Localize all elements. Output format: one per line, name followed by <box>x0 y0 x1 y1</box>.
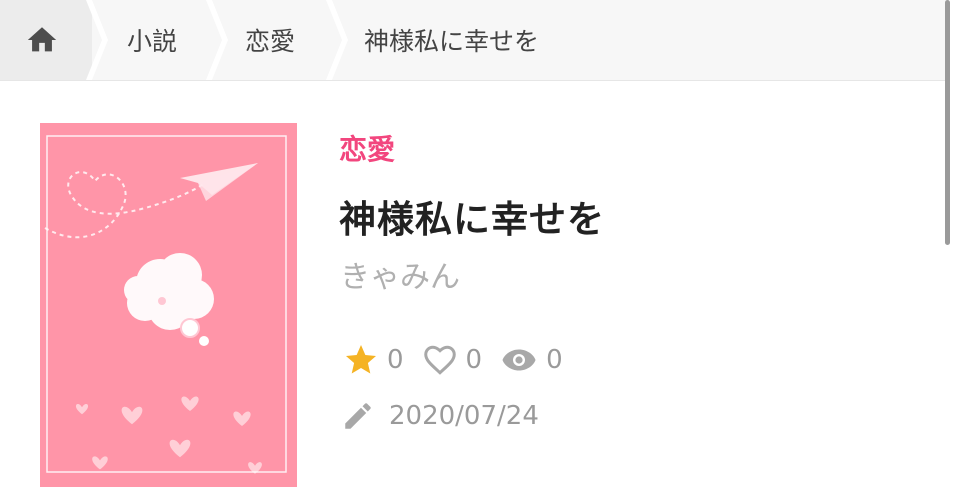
breadcrumb-separator <box>86 0 108 80</box>
home-icon <box>27 27 57 52</box>
star-icon <box>346 345 376 374</box>
likes-stat: 0 <box>422 342 483 378</box>
breadcrumb-item-novel[interactable]: 小説 <box>127 0 177 80</box>
views-stat: 0 <box>500 342 563 378</box>
breadcrumb-item-current: 神様私に幸せを <box>364 27 540 56</box>
breadcrumb: 小説 恋愛 神様私に幸せを <box>0 0 946 81</box>
pencil-icon <box>345 403 371 429</box>
breadcrumb-home[interactable] <box>0 0 92 80</box>
updated-date: 2020/07/24 <box>389 401 539 431</box>
book-detail-page: 小説 恋愛 神様私に幸せを 恋愛 神様私に幸せを きゃみん 0 0 0 2020… <box>0 0 960 500</box>
likes-count: 0 <box>465 345 483 375</box>
views-count: 0 <box>546 345 563 375</box>
breadcrumb-item-romance[interactable]: 恋愛 <box>245 0 295 80</box>
book-stats: 0 0 0 <box>343 340 581 380</box>
heart-icon <box>423 345 456 375</box>
scrollbar-thumb[interactable] <box>945 0 950 245</box>
book-title: 神様私に幸せを <box>339 198 605 241</box>
book-genre-link[interactable]: 恋愛 <box>339 128 395 168</box>
updated-date-row: 2020/07/24 <box>341 396 539 436</box>
stars-count: 0 <box>387 345 404 375</box>
book-cover[interactable] <box>40 123 297 487</box>
stars-stat: 0 <box>343 342 404 378</box>
eye-icon <box>502 349 536 371</box>
breadcrumb-separator <box>326 0 348 80</box>
cover-illustration <box>44 135 287 474</box>
book-author-link[interactable]: きゃみん <box>340 252 460 296</box>
breadcrumb-separator <box>206 0 228 80</box>
